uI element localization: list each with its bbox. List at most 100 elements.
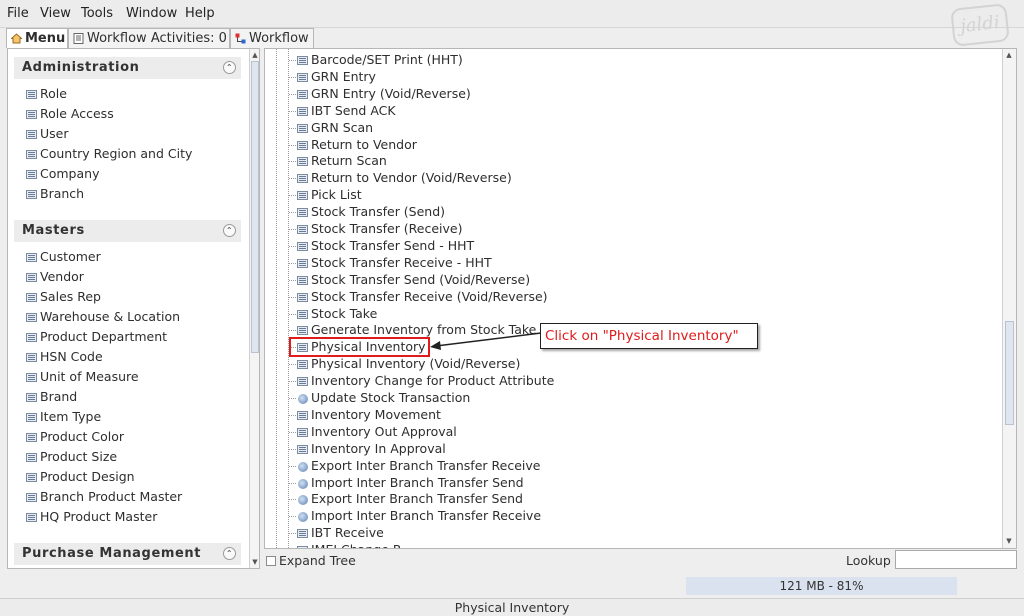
tree-connector bbox=[289, 127, 297, 129]
tree-item[interactable]: Pick List bbox=[289, 186, 362, 203]
tree-item[interactable]: Import Inter Branch Transfer Send bbox=[289, 474, 524, 491]
tree-item[interactable]: GRN Entry bbox=[289, 68, 376, 85]
menu-item-product-department[interactable]: Product Department bbox=[26, 328, 167, 346]
memory-indicator[interactable]: 121 MB - 81% bbox=[686, 577, 957, 595]
tree-item-label: Stock Transfer Send (Void/Reverse) bbox=[311, 271, 531, 287]
menu-tree-panel: Barcode/SET Print (HHT) GRN Entry GRN Entr… bbox=[264, 48, 1017, 549]
form-icon bbox=[297, 258, 308, 268]
tree-item[interactable]: Inventory Out Approval bbox=[289, 423, 457, 440]
menu-item-sales-rep[interactable]: Sales Rep bbox=[26, 288, 101, 306]
workflow-icon bbox=[235, 33, 246, 44]
tree-item[interactable]: Stock Take bbox=[289, 305, 377, 322]
menu-item-unit-of-measure[interactable]: Unit of Measure bbox=[26, 368, 139, 386]
menu-item-company[interactable]: Company bbox=[26, 165, 99, 183]
form-icon bbox=[297, 89, 308, 99]
menu-item-branch-product-master[interactable]: Branch Product Master bbox=[26, 488, 182, 506]
menu-item-user[interactable]: User bbox=[26, 125, 69, 143]
tree-item[interactable]: GRN Entry (Void/Reverse) bbox=[289, 85, 471, 102]
lookup-input[interactable] bbox=[895, 550, 1017, 569]
scroll-up-icon[interactable]: ▲ bbox=[250, 50, 259, 60]
tree-item[interactable]: Return Scan bbox=[289, 152, 387, 169]
menu-tools[interactable]: Tools bbox=[81, 6, 113, 21]
tree-item[interactable]: Return to Vendor bbox=[289, 136, 417, 153]
tree-item[interactable]: Stock Transfer (Receive) bbox=[289, 220, 463, 237]
tree-item-label: Import Inter Branch Transfer Send bbox=[311, 474, 524, 490]
menu-file[interactable]: File bbox=[7, 6, 29, 21]
collapse-icon[interactable]: ⌃ bbox=[223, 224, 236, 237]
tree-item[interactable]: Inventory Change for Product Attribute bbox=[289, 372, 554, 389]
menu-item-brand[interactable]: Brand bbox=[26, 388, 77, 406]
menu-item-item-type[interactable]: Item Type bbox=[26, 408, 101, 426]
highlight-box bbox=[289, 337, 430, 357]
scroll-down-icon[interactable]: ▼ bbox=[250, 557, 259, 567]
form-icon bbox=[297, 326, 308, 336]
tree-item-label: IBT Receive bbox=[311, 525, 384, 541]
menu-item-role[interactable]: Role bbox=[26, 85, 67, 103]
form-icon bbox=[297, 191, 308, 201]
collapse-icon[interactable]: ⌃ bbox=[223, 61, 236, 74]
tree-item[interactable]: Export Inter Branch Transfer Send bbox=[289, 490, 523, 507]
tree-item-label: GRN Entry bbox=[311, 68, 376, 84]
tree-item-label: Stock Transfer Send - HHT bbox=[311, 237, 475, 253]
tree-item[interactable]: IBT Send ACK bbox=[289, 102, 396, 119]
tree-item[interactable]: Import Inter Branch Transfer Receive bbox=[289, 507, 541, 524]
tree-item-label: Stock Transfer Receive - HHT bbox=[311, 254, 492, 270]
tree-item[interactable]: Inventory In Approval bbox=[289, 440, 446, 457]
tree-item[interactable]: IMEI Change R... bbox=[297, 541, 413, 548]
menu-item-customer[interactable]: Customer bbox=[26, 248, 101, 266]
tree-item[interactable]: Stock Transfer Receive (Void/Reverse) bbox=[289, 288, 548, 305]
tree-connector bbox=[289, 212, 297, 214]
menu-item-label: User bbox=[40, 126, 69, 141]
tree-item[interactable]: Export Inter Branch Transfer Receive bbox=[289, 457, 540, 474]
tree-item[interactable]: Inventory Movement bbox=[289, 406, 441, 423]
tab-workflow-activities[interactable]: Workflow Activities: 0 bbox=[68, 28, 230, 48]
tree-item[interactable]: Return to Vendor (Void/Reverse) bbox=[289, 169, 512, 186]
tab-menu[interactable]: Menu bbox=[6, 28, 68, 48]
tree-item[interactable]: Stock Transfer Receive - HHT bbox=[289, 254, 492, 271]
scrollbar-thumb[interactable] bbox=[251, 61, 259, 353]
menu-item-hsn-code[interactable]: HSN Code bbox=[26, 348, 103, 366]
menu-view[interactable]: View bbox=[40, 6, 71, 21]
tree-item[interactable]: Stock Transfer Send - HHT bbox=[289, 237, 475, 254]
section-header-masters[interactable]: Masters ⌃ bbox=[14, 220, 241, 242]
menu-item-branch[interactable]: Branch bbox=[26, 185, 84, 203]
menu-item-country-region-city[interactable]: Country Region and City bbox=[26, 145, 192, 163]
scrollbar-thumb[interactable] bbox=[1005, 321, 1014, 425]
section-title: Administration bbox=[22, 60, 140, 75]
menu-window[interactable]: Window bbox=[126, 6, 177, 21]
tree-connector bbox=[289, 229, 297, 230]
menu-item-hq-product-master[interactable]: HQ Product Master bbox=[26, 508, 157, 526]
tree-item[interactable]: Physical Inventory (Void/Reverse) bbox=[289, 355, 520, 372]
section-title: Purchase Management bbox=[22, 546, 202, 561]
tree-connector bbox=[289, 76, 297, 78]
form-icon bbox=[297, 360, 308, 370]
menu-item-role-access[interactable]: Role Access bbox=[26, 105, 114, 123]
tree-scrollbar[interactable]: ▲ ▼ bbox=[1002, 49, 1016, 548]
menu-item-product-design[interactable]: Product Design bbox=[26, 468, 135, 486]
scroll-down-icon[interactable]: ▼ bbox=[1004, 536, 1014, 546]
lookup-label: Lookup bbox=[846, 553, 891, 568]
menu-item-label: Sales Rep bbox=[40, 289, 101, 304]
checkbox-icon[interactable] bbox=[266, 556, 276, 566]
section-header-purchase-management[interactable]: Purchase Management ⌃ bbox=[14, 543, 241, 565]
menu-item-product-color[interactable]: Product Color bbox=[26, 428, 124, 446]
tab-workflow[interactable]: Workflow bbox=[230, 28, 314, 48]
tree-item[interactable]: IBT Receive bbox=[289, 524, 384, 541]
scroll-up-icon[interactable]: ▲ bbox=[1004, 50, 1014, 60]
menu-item-product-size[interactable]: Product Size bbox=[26, 448, 117, 466]
menu-help[interactable]: Help bbox=[185, 6, 215, 21]
collapse-icon[interactable]: ⌃ bbox=[223, 547, 236, 560]
tree-item[interactable]: Stock Transfer (Send) bbox=[289, 203, 445, 220]
tree-item[interactable]: Update Stock Transaction bbox=[289, 389, 471, 406]
tree-connector bbox=[289, 381, 297, 383]
menu-item-vendor[interactable]: Vendor bbox=[26, 268, 84, 286]
tree-item[interactable]: GRN Scan bbox=[289, 119, 373, 136]
tree-item[interactable]: Stock Transfer Send (Void/Reverse) bbox=[289, 271, 531, 288]
left-scrollbar[interactable]: ▲ ▼ bbox=[249, 49, 259, 568]
expand-tree-checkbox[interactable]: Expand Tree bbox=[266, 553, 356, 568]
section-header-administration[interactable]: Administration ⌃ bbox=[14, 57, 241, 79]
menu-item-warehouse-location[interactable]: Warehouse & Location bbox=[26, 308, 180, 326]
tree-item-label: Update Stock Transaction bbox=[311, 390, 471, 405]
tree-item[interactable]: Barcode/SET Print (HHT) bbox=[289, 51, 463, 68]
menu-item-label: Warehouse & Location bbox=[40, 309, 181, 324]
